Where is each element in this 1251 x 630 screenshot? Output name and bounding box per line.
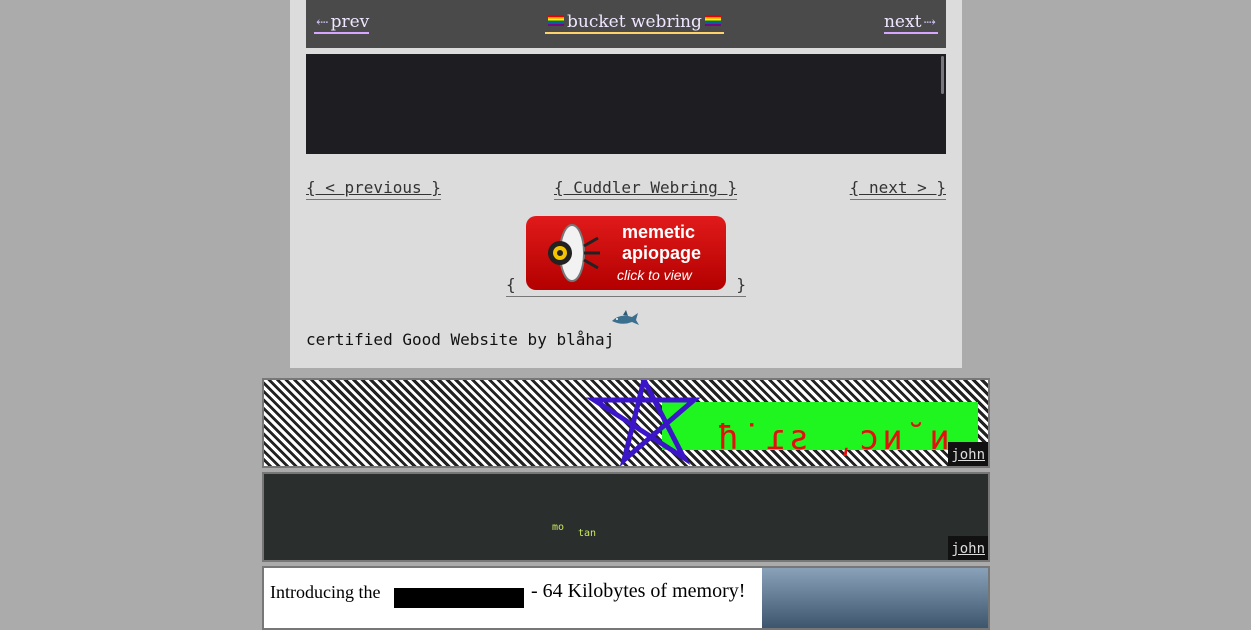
- rainbow-flag-icon: [548, 15, 564, 26]
- right-arrow-icon: ⇢: [923, 13, 936, 31]
- close-brace: }: [736, 275, 746, 294]
- banner-john-2[interactable]: mo tan john: [262, 472, 990, 562]
- apiopage-button[interactable]: memetic apiopage click to view: [526, 216, 726, 290]
- rainbow-flag-icon: [704, 15, 721, 26]
- bucket-next-link[interactable]: next ⇢: [883, 12, 938, 34]
- bee-icon: [548, 224, 600, 282]
- frame-scrollbar[interactable]: [941, 56, 944, 94]
- star-shape-icon: [585, 380, 701, 466]
- apiopage-line2: apiopage: [622, 243, 702, 263]
- apiopage-line1: memetic: [622, 222, 696, 242]
- john-link-2[interactable]: john: [948, 536, 988, 560]
- ad-logo: [394, 588, 524, 608]
- blahaj-certification: certified Good Website by blåhaj: [306, 330, 615, 349]
- bucket-next-label: next: [883, 12, 922, 32]
- embedded-frame[interactable]: [306, 54, 946, 154]
- webring-panel: ⇠ prev bucket webring next ⇢ { < previous …: [290, 0, 962, 368]
- mo-text: mo: [552, 522, 565, 533]
- bucket-webring-link[interactable]: bucket webring: [545, 12, 724, 34]
- bucket-prev-link[interactable]: ⇠ prev: [314, 12, 370, 34]
- ad-memory-text: - 64 Kilobytes of memory!: [531, 580, 746, 602]
- ad-photo: [762, 568, 988, 628]
- apiopage-line3: click to view: [617, 267, 692, 283]
- apiopage-link[interactable]: { memetic apiopage click to view }: [506, 216, 746, 297]
- ad-intro-text: Introducing the: [270, 582, 381, 602]
- tan-text: tan: [578, 528, 597, 539]
- blahaj-shark-icon[interactable]: [610, 309, 640, 329]
- cuddler-next-link[interactable]: { next > }: [849, 178, 946, 200]
- banner-john-1[interactable]: ħ˙ɾƨ ͵ɔи˘и john: [262, 378, 990, 468]
- cuddler-prev-link[interactable]: { < previous }: [306, 178, 441, 200]
- john-link-1[interactable]: john: [948, 442, 988, 466]
- bucket-title: bucket webring: [567, 12, 702, 32]
- bucket-prev-label: prev: [330, 12, 370, 32]
- open-brace: {: [506, 275, 516, 294]
- bucket-webring-bar: ⇠ prev bucket webring next ⇢: [306, 0, 946, 48]
- glyph-text: ħ˙ɾƨ ͵ɔи˘и: [718, 418, 953, 458]
- banner-ad[interactable]: Introducing the - 64 Kilobytes of memory…: [262, 566, 990, 630]
- text-pattern-background: [264, 474, 988, 560]
- left-arrow-icon: ⇠: [316, 13, 329, 31]
- cuddler-webring-link[interactable]: { Cuddler Webring }: [554, 178, 738, 200]
